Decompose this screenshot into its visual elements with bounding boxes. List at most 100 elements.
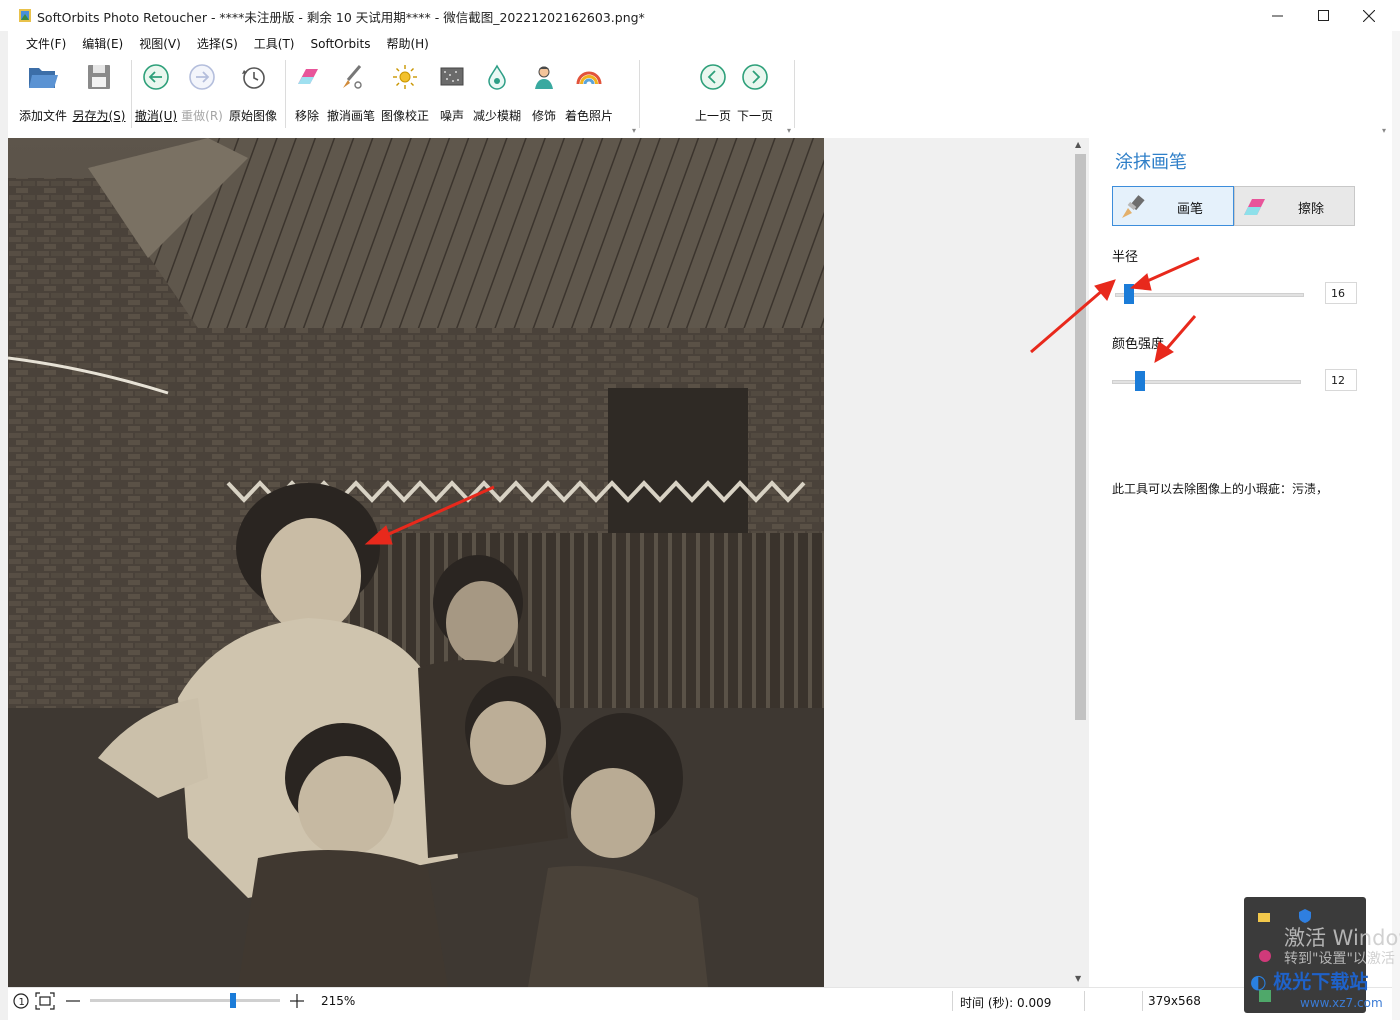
- arrow-left-circle-icon: [143, 64, 169, 90]
- ribbon-toolbar: 添加文件 另存为(S) 撤消(U) 重做(R) 原始图像 移除 撤消画笔 图像校…: [8, 56, 1392, 138]
- add-file-button[interactable]: 添加文件: [12, 56, 74, 126]
- save-icon: [88, 65, 110, 89]
- minimize-icon: [1271, 15, 1283, 17]
- undo-label: 撤消(U): [134, 109, 178, 123]
- toolbar-separator: [285, 60, 286, 128]
- reduce-blur-label: 减少模糊: [472, 109, 521, 123]
- save-as-label: 另存为(S): [72, 109, 126, 123]
- scroll-up-icon[interactable]: ▲: [1075, 140, 1081, 149]
- toolbar-separator: [639, 60, 640, 128]
- panel-title: 涂抹画笔: [1115, 152, 1187, 173]
- group-expander-icon[interactable]: ▾: [632, 126, 636, 135]
- menu-tools[interactable]: 工具(T): [246, 35, 303, 52]
- processing-time: 时间 (秒): 0.009: [960, 996, 1052, 1010]
- undo-button[interactable]: 撤消(U): [132, 56, 180, 126]
- undo-brush-label: 撤消画笔: [326, 109, 375, 123]
- radius-value-box[interactable]: 16: [1325, 282, 1357, 304]
- add-file-label: 添加文件: [18, 109, 67, 123]
- folder-icon: [1258, 913, 1270, 922]
- svg-text:1: 1: [19, 997, 25, 1008]
- ribbon-expander-icon[interactable]: ▾: [1382, 126, 1386, 135]
- noise-button[interactable]: 噪声: [434, 56, 470, 126]
- site-logo: ◐ 极光下载站: [1250, 967, 1368, 994]
- colorize-label: 着色照片: [564, 109, 613, 123]
- menu-file[interactable]: 文件(F): [18, 35, 74, 52]
- original-image-label: 原始图像: [228, 109, 277, 123]
- erase-mode-label: 擦除: [1298, 202, 1325, 217]
- toolbar-separator: [794, 60, 795, 128]
- background-window-edge: [0, 31, 8, 1020]
- status-divider: [1084, 991, 1085, 1011]
- tool-panel: 涂抹画笔 画笔 擦除 半径 16 颜色强度 12 此工具可以去除图像上的小瑕疵：…: [1030, 138, 1392, 987]
- erase-mode-button[interactable]: 擦除: [1234, 186, 1355, 226]
- clock-history-icon: [242, 67, 265, 89]
- noise-icon: [440, 67, 464, 86]
- app-tray-icon: [1259, 950, 1271, 962]
- remove-button[interactable]: 移除: [288, 56, 326, 126]
- shield-icon: [1299, 909, 1311, 923]
- image-dimensions: 379x568: [1148, 994, 1201, 1008]
- zoom-slider-thumb[interactable]: [229, 993, 236, 1008]
- group-expander-icon[interactable]: ▾: [787, 126, 791, 135]
- retouch-label: 修饰: [531, 109, 556, 123]
- arrow-right-circle-icon: [189, 64, 215, 90]
- site-url: www.xz7.com: [1300, 996, 1383, 1010]
- chevron-right-circle-icon: [742, 64, 768, 90]
- site-logo-mark: ◐: [1250, 971, 1267, 993]
- retouch-button[interactable]: 修饰: [526, 56, 562, 126]
- status-divider: [1142, 991, 1143, 1011]
- minimize-button[interactable]: [1254, 0, 1300, 31]
- rainbow-icon: [576, 71, 602, 85]
- zoom-slider[interactable]: [90, 999, 280, 1002]
- next-page-button[interactable]: 下一页: [734, 56, 776, 126]
- zoom-actual-size-icon[interactable]: 1: [12, 992, 30, 1010]
- menu-edit[interactable]: 编辑(E): [74, 35, 131, 52]
- colorize-button[interactable]: 着色照片: [564, 56, 614, 126]
- zoom-in-icon[interactable]: [289, 993, 305, 1009]
- maximize-icon: [1317, 10, 1329, 21]
- sun-icon: [393, 65, 417, 89]
- eraser-icon: [298, 69, 318, 84]
- remove-label: 移除: [294, 109, 319, 123]
- person-icon: [535, 66, 553, 89]
- chevron-left-circle-icon: [700, 64, 726, 90]
- close-icon: [1363, 9, 1375, 22]
- previous-page-button[interactable]: 上一页: [692, 56, 734, 126]
- menu-softorbits[interactable]: SoftOrbits: [303, 37, 379, 51]
- eraser-icon: [1244, 199, 1265, 215]
- previous-page-label: 上一页: [694, 109, 731, 123]
- annotation-arrows-panel: [1030, 256, 1200, 363]
- menu-view[interactable]: 视图(V): [131, 35, 189, 52]
- menu-select[interactable]: 选择(S): [189, 35, 246, 52]
- next-page-label: 下一页: [736, 109, 773, 123]
- original-image-button[interactable]: 原始图像: [226, 56, 280, 126]
- zoom-out-icon[interactable]: [65, 993, 81, 1009]
- status-bar: 1 215% 时间 (秒): 0.009 379x568: [8, 987, 1392, 1014]
- activate-windows-hint: 转到"设置"以激活: [1284, 951, 1395, 967]
- image-correction-button[interactable]: 图像校正: [380, 56, 430, 126]
- tool-description: 此工具可以去除图像上的小瑕疵：污渍，: [1112, 482, 1329, 496]
- intensity-value-box[interactable]: 12: [1325, 369, 1357, 391]
- zoom-percent: 215%: [321, 994, 356, 1008]
- noise-label: 噪声: [439, 109, 464, 123]
- menu-bar: 文件(F) 编辑(E) 视图(V) 选择(S) 工具(T) SoftOrbits…: [8, 31, 1392, 56]
- menu-help[interactable]: 帮助(H): [378, 35, 436, 52]
- window-title: SoftOrbits Photo Retoucher - ****未注册版 - …: [37, 10, 645, 25]
- zoom-fit-icon[interactable]: [35, 992, 55, 1010]
- drop-icon: [488, 64, 506, 90]
- close-button[interactable]: [1346, 0, 1392, 31]
- maximize-button[interactable]: [1300, 0, 1346, 31]
- app-icon: [19, 9, 31, 22]
- intensity-slider-thumb[interactable]: [1135, 371, 1146, 391]
- folder-open-icon: [29, 68, 58, 88]
- scroll-down-icon[interactable]: ▼: [1075, 974, 1081, 983]
- title-bar: SoftOrbits Photo Retoucher - ****未注册版 - …: [0, 0, 1400, 31]
- undo-brush-button[interactable]: 撤消画笔: [324, 56, 378, 126]
- save-as-button[interactable]: 另存为(S): [70, 56, 128, 126]
- image-viewport[interactable]: [8, 138, 1072, 987]
- site-logo-text: 极光下载站: [1273, 971, 1369, 993]
- reduce-blur-button[interactable]: 减少模糊: [472, 56, 522, 126]
- status-divider: [952, 991, 953, 1011]
- image-correction-label: 图像校正: [380, 109, 429, 123]
- redo-button[interactable]: 重做(R): [180, 56, 224, 126]
